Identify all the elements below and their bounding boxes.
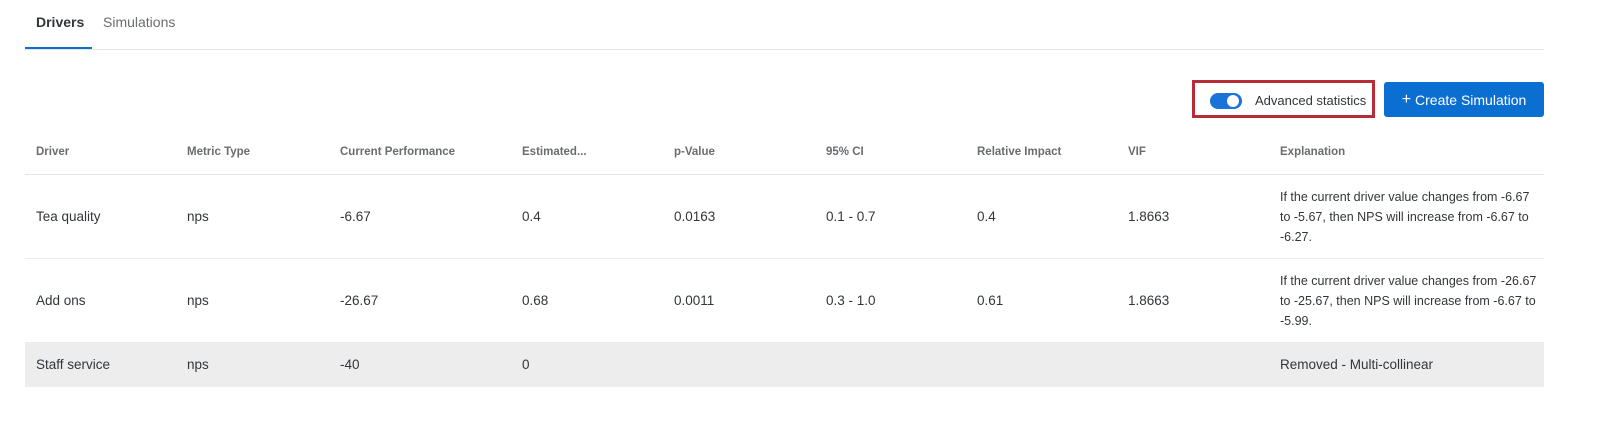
relative-impact: 0.61 xyxy=(977,293,1004,308)
table-row: Tea quality nps -6.67 0.4 0.0163 0.1 - 0… xyxy=(25,175,1544,259)
tab-drivers[interactable]: Drivers xyxy=(36,14,84,30)
p-value: 0.0163 xyxy=(674,209,716,224)
column-header-metric-type[interactable]: Metric Type xyxy=(187,146,250,158)
explanation: Removed - Multi-collinear xyxy=(1280,357,1434,372)
estimated: 0 xyxy=(522,357,530,372)
p-value: 0.0011 xyxy=(674,293,715,308)
advanced-statistics-toggle[interactable] xyxy=(1210,93,1242,109)
table-row: Add ons nps -26.67 0.68 0.0011 0.3 - 1.0… xyxy=(25,259,1544,343)
column-header-relative-impact[interactable]: Relative Impact xyxy=(977,146,1061,158)
metric-type: nps xyxy=(187,293,209,308)
driver-name: Add ons xyxy=(36,293,86,308)
vif: 1.8663 xyxy=(1128,209,1170,224)
plus-icon: + xyxy=(1401,90,1412,108)
table-row-removed: Staff service nps -40 0 Removed - Multi-… xyxy=(25,343,1544,387)
confidence-interval: 0.1 - 0.7 xyxy=(826,209,876,224)
current-performance: -26.67 xyxy=(340,293,379,308)
column-header-estimated[interactable]: Estimated... xyxy=(522,146,587,158)
relative-impact: 0.4 xyxy=(977,209,996,224)
column-header-95-ci[interactable]: 95% CI xyxy=(826,146,864,158)
column-header-explanation[interactable]: Explanation xyxy=(1280,146,1345,158)
current-performance: -6.67 xyxy=(340,209,371,224)
explanation: If the current driver value changes from… xyxy=(1280,190,1530,244)
explanation: If the current driver value changes from… xyxy=(1280,274,1537,328)
tab-simulations[interactable]: Simulations xyxy=(103,14,175,30)
column-header-p-value[interactable]: p-Value xyxy=(674,146,715,158)
driver-name: Staff service xyxy=(36,357,111,372)
vif: 1.8663 xyxy=(1128,293,1170,308)
column-header-driver[interactable]: Driver xyxy=(36,146,69,158)
advanced-statistics-label: Advanced statistics xyxy=(1255,93,1367,108)
toggle-knob xyxy=(1227,95,1239,107)
column-header-vif[interactable]: VIF xyxy=(1128,146,1146,158)
driver-name: Tea quality xyxy=(36,209,101,224)
metric-type: nps xyxy=(187,209,209,224)
confidence-interval: 0.3 - 1.0 xyxy=(826,293,876,308)
estimated: 0.68 xyxy=(522,293,549,308)
estimated: 0.4 xyxy=(522,209,541,224)
metric-type: nps xyxy=(187,357,209,372)
column-header-current-performance[interactable]: Current Performance xyxy=(340,146,455,158)
create-simulation-label: Create Simulation xyxy=(1415,91,1527,108)
table-header: Driver Metric Type Current Performance E… xyxy=(25,131,1544,175)
create-simulation-button[interactable]: + Create Simulation xyxy=(1384,82,1544,117)
tab-bar: Drivers Simulations xyxy=(25,0,1544,50)
active-tab-indicator xyxy=(25,47,92,49)
current-performance: -40 xyxy=(340,357,360,372)
drivers-table: Driver Metric Type Current Performance E… xyxy=(25,131,1544,387)
